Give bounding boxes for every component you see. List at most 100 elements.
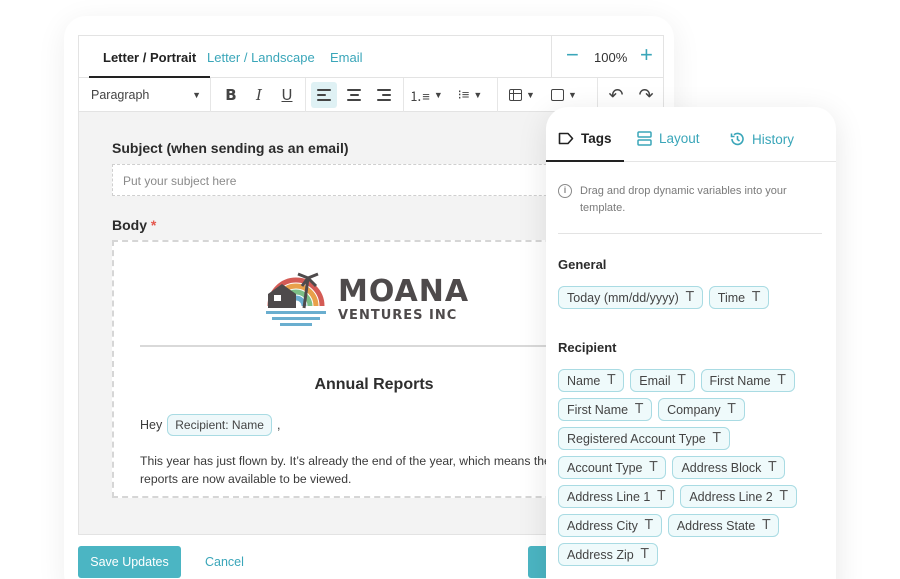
align-center-icon (347, 89, 361, 101)
zoom-control: − 100% + (551, 36, 665, 78)
info-hint: i Drag and drop dynamic variables into y… (558, 183, 820, 217)
text-type-icon: T (635, 402, 644, 417)
italic-icon: I (256, 86, 262, 104)
variable-tag[interactable]: Address Line 2 T (680, 485, 797, 508)
variable-tag-label: Address Zip (567, 547, 634, 562)
variable-tag[interactable]: First Name T (700, 369, 795, 392)
paragraph-style-select[interactable]: Paragraph ▼ (91, 78, 201, 112)
variable-tag[interactable]: Company T (658, 398, 745, 421)
body-paragraph-line: This year has just flown by. It’s alread… (140, 454, 551, 468)
ordered-list-button[interactable]: ⒈≡ ▼ (409, 78, 443, 112)
chevron-down-icon: ▼ (526, 90, 535, 100)
zoom-level: 100% (594, 50, 628, 65)
tab-layout-label: Layout (659, 131, 700, 146)
text-type-icon: T (607, 373, 616, 388)
chevron-down-icon: ▼ (568, 90, 577, 100)
tab-letter-landscape[interactable]: Letter / Landscape (207, 50, 315, 65)
variable-tag[interactable]: Address Zip T (558, 543, 658, 566)
variable-tag[interactable]: Address Block T (672, 456, 786, 479)
bulleted-list-icon: ⁝≡ (457, 87, 470, 102)
tag-icon (558, 132, 574, 145)
logo-wordmark: MOANA (338, 274, 470, 309)
body-label-text: Body (112, 217, 147, 233)
tab-tags[interactable]: Tags (558, 131, 612, 146)
panel-tabs: Tags Layout History (546, 107, 836, 162)
body-paragraph: This year has just flown by. It’s alread… (140, 452, 560, 488)
bulleted-list-button[interactable]: ⁝≡ ▼ (453, 78, 487, 112)
subject-input[interactable]: Put your subject here (112, 164, 592, 196)
underline-button[interactable]: U (275, 78, 299, 112)
text-type-icon: T (762, 518, 771, 533)
variable-tag-label: First Name (567, 402, 629, 417)
company-logo: MOANA VENTURES INC (264, 264, 484, 328)
zoom-out-button[interactable]: − (566, 43, 579, 67)
tab-letter-portrait[interactable]: Letter / Portrait (88, 50, 211, 78)
variable-tag-label: Time (717, 290, 746, 305)
body-paragraph-line: reports are now available to be viewed. (140, 472, 352, 486)
greeting-text: Hey (140, 418, 163, 432)
rainbow-house-logo-icon (266, 272, 326, 326)
cancel-link[interactable]: Cancel (205, 555, 244, 569)
align-center-button[interactable] (341, 78, 367, 112)
align-left-button[interactable] (311, 82, 337, 108)
active-tab-indicator (546, 160, 624, 162)
layout-icon (637, 131, 652, 146)
zoom-in-button[interactable]: + (640, 43, 653, 67)
text-type-icon: T (777, 373, 786, 388)
history-icon (730, 132, 744, 146)
variable-tag-label: Name (567, 373, 601, 388)
recipient-name-tag[interactable]: Recipient: Name (167, 414, 272, 436)
variable-tag[interactable]: First Name T (558, 398, 653, 421)
text-type-icon: T (649, 460, 658, 475)
variable-tag[interactable]: Time T (708, 286, 770, 309)
info-icon: i (558, 184, 572, 198)
variable-tag-label: Address Block (681, 460, 762, 475)
variable-tag[interactable]: Registered Account Type T (558, 427, 730, 450)
table-icon (509, 89, 523, 101)
subject-label: Subject (when sending as an email) (112, 140, 349, 156)
variable-tag-label: Company (667, 402, 721, 417)
variable-tag[interactable]: Name T (558, 369, 625, 392)
general-tags: Today (mm/dd/yyyy) T Time T (558, 286, 828, 309)
required-asterisk: * (150, 217, 157, 233)
variable-tag[interactable]: Address City T (558, 514, 662, 537)
align-left-icon (317, 89, 331, 101)
chevron-down-icon: ▼ (473, 90, 483, 100)
text-type-icon: T (768, 460, 777, 475)
subject-placeholder: Put your subject here (123, 174, 237, 188)
paragraph-style-value: Paragraph (91, 88, 150, 102)
variable-tag-label: Address Line 2 (689, 489, 773, 504)
align-right-button[interactable] (371, 78, 397, 112)
variable-tag[interactable]: Address Line 1 T (558, 485, 675, 508)
logo-subtitle: VENTURES INC (338, 308, 458, 323)
tab-tags-label: Tags (581, 131, 612, 146)
variable-tag-label: Email (639, 373, 671, 388)
tab-history[interactable]: History (729, 131, 794, 147)
divider (140, 345, 580, 347)
divider (558, 233, 822, 234)
tab-history-label: History (752, 131, 795, 147)
redo-icon: ↷ (638, 84, 654, 105)
variable-tag[interactable]: Email T (630, 369, 695, 392)
text-type-icon: T (727, 402, 736, 417)
variable-tag-label: Address State (676, 518, 756, 533)
save-updates-button[interactable]: Save Updates (78, 546, 181, 578)
text-type-icon: T (644, 518, 653, 533)
italic-button[interactable]: I (247, 78, 271, 112)
document-title: Annual Reports (314, 376, 434, 393)
text-type-icon: T (752, 290, 761, 305)
tab-layout[interactable]: Layout (637, 131, 700, 146)
variable-tag-label: Registered Account Type (567, 431, 706, 446)
tab-email[interactable]: Email (330, 50, 363, 65)
body-editor[interactable]: MOANA VENTURES INC Annual Reports Hey Re… (112, 240, 592, 498)
variable-tag[interactable]: Account Type T (558, 456, 667, 479)
bold-button[interactable]: B (219, 78, 243, 112)
template-tabs: Letter / Portrait Letter / Landscape Ema… (79, 36, 663, 78)
variable-tag[interactable]: Address State T (667, 514, 780, 537)
recipient-tags: Name T Email T First Name T First Name T Company… (558, 369, 828, 566)
variable-tag[interactable]: Today (mm/dd/yyyy) T (558, 286, 703, 309)
general-section-title: General (558, 257, 607, 272)
variable-tag-label: Address City (567, 518, 638, 533)
variable-tag-label: Address Line 1 (567, 489, 651, 504)
table-button[interactable]: ▼ (505, 78, 539, 112)
